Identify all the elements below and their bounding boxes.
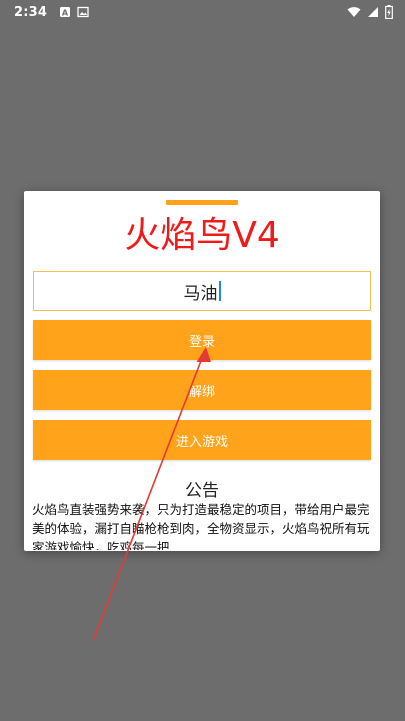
login-button[interactable]: 登录 xyxy=(33,320,371,360)
card-key-input[interactable]: 马油 xyxy=(33,271,371,311)
enter-game-button[interactable]: 进入游戏 xyxy=(33,420,371,460)
battery-charging-icon xyxy=(385,5,393,19)
card-key-value[interactable]: 马油 xyxy=(184,279,218,304)
image-icon xyxy=(77,6,89,18)
notice-heading: 公告 xyxy=(185,481,219,501)
notice-text: 火焰鸟直装强势来袭，只为打造最稳定的项目，带给用户最完美的体验，漏打自瞄枪枪到肉… xyxy=(32,502,370,550)
dialog-title: 火焰鸟V4 xyxy=(124,215,280,256)
unbind-button[interactable]: 解绑 xyxy=(33,370,371,410)
app-a-icon: A xyxy=(60,7,71,18)
svg-text:A: A xyxy=(62,9,69,18)
status-bar: 2:34 A xyxy=(0,0,405,24)
login-dialog: 火焰鸟V4 马油 登录 解绑 进入游戏 公告 火焰鸟直装强势来袭，只为打造最稳定… xyxy=(24,191,380,551)
text-caret xyxy=(218,281,221,301)
signal-icon xyxy=(368,7,378,17)
status-time: 2:34 xyxy=(14,4,48,20)
wifi-icon xyxy=(347,7,361,17)
screen: 2:34 A 火焰鸟V4 马油 登录 解绑 进入游戏 公告 火焰鸟直装强势来袭，… xyxy=(0,0,405,721)
accent-bar xyxy=(166,200,238,205)
status-left-icons: A xyxy=(59,6,89,18)
status-right-icons xyxy=(347,5,393,19)
